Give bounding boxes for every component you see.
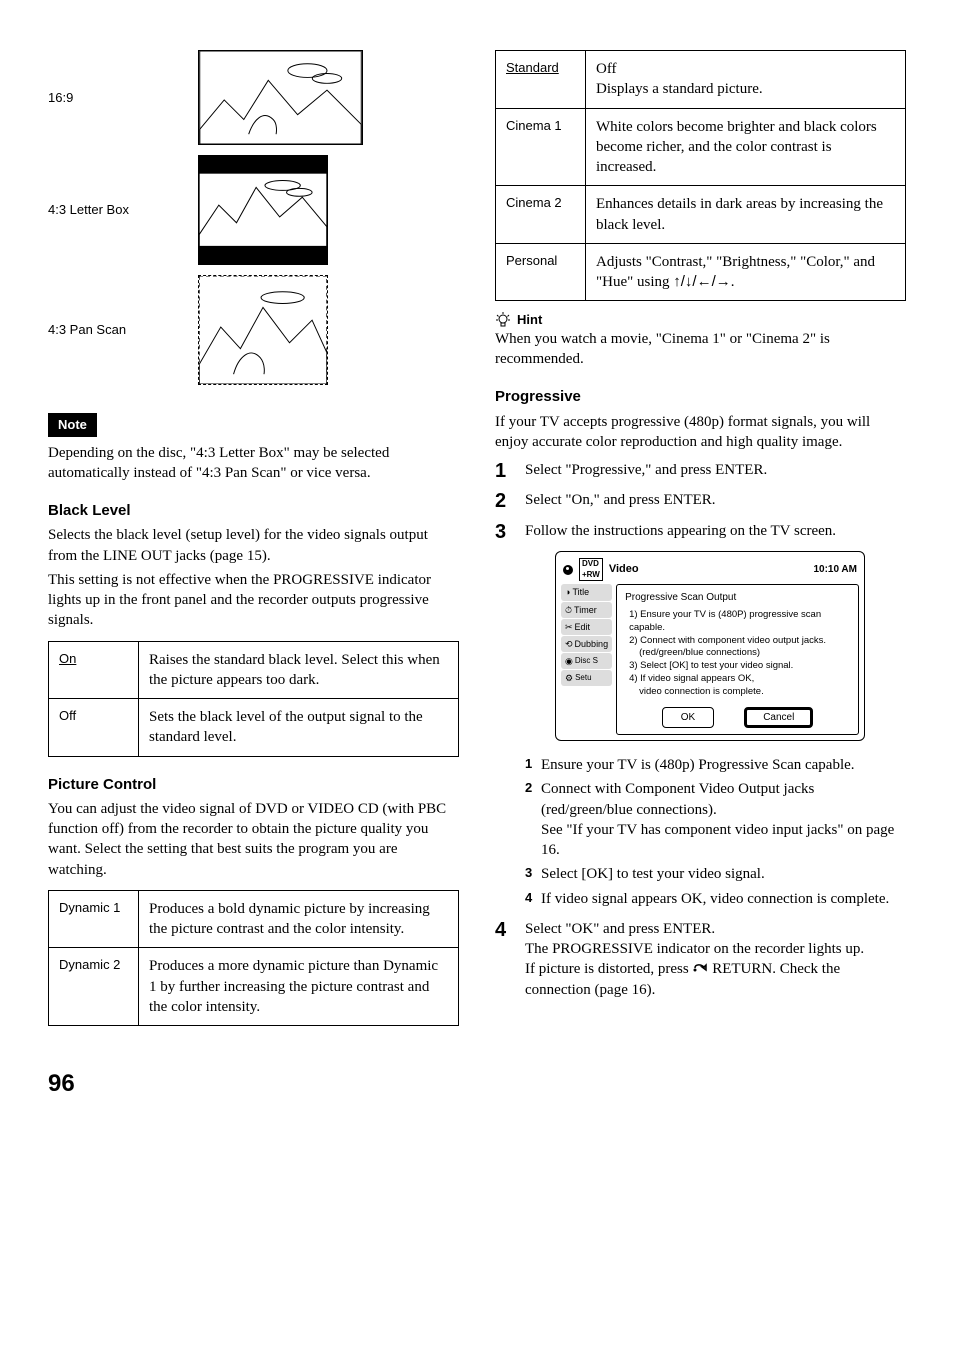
note-text: Depending on the disc, "4:3 Letter Box" … [48, 443, 459, 484]
table-desc: Produces a more dynamic picture than Dyn… [139, 948, 459, 1026]
sidebar-item: ◉Disc S [561, 653, 612, 669]
table-desc: Raises the standard black level. Select … [139, 641, 459, 699]
substep-item: Ensure your TV is (480p) Progressive Sca… [525, 755, 906, 775]
black-level-table: On Raises the standard black level. Sele… [48, 641, 459, 757]
table-desc: Produces a bold dynamic picture by incre… [139, 890, 459, 948]
tv-screenshot: DVD+RW Video 10:10 AM ◑Title ⏱Timer ✂Edi… [555, 551, 865, 741]
sidebar-item: ◑Title [561, 584, 612, 600]
step-item: Select "On," and press ENTER. [495, 490, 906, 510]
table-label: Personal [496, 243, 586, 301]
table-desc: Off Displays a standard picture. [586, 51, 906, 109]
dvd-rw-icon [563, 565, 573, 575]
ok-button[interactable]: OK [662, 707, 714, 729]
ratio-label: 4:3 Letter Box [48, 201, 188, 219]
table-desc: Sets the black level of the output signa… [139, 699, 459, 757]
table-row: On Raises the standard black level. Sele… [49, 641, 459, 699]
return-arrow-icon [692, 962, 708, 974]
progressive-steps: Select "Progressive," and press ENTER. S… [495, 460, 906, 1000]
ratio-thumb-panscan [198, 275, 328, 385]
black-level-heading: Black Level [48, 501, 459, 521]
arrow-keys-icon: ↑/↓/←/→ [673, 273, 731, 290]
ratio-label: 16:9 [48, 89, 188, 107]
note-badge: Note [48, 413, 97, 437]
table-row: Personal Adjusts "Contrast," "Brightness… [496, 243, 906, 301]
hint-row: Hint [495, 311, 906, 329]
ratio-row-letterbox: 4:3 Letter Box [48, 155, 459, 265]
picture-control-heading: Picture Control [48, 775, 459, 795]
ratio-thumb-letterbox [198, 155, 328, 265]
sidebar-item: ⏱Timer [561, 602, 612, 618]
table-row: Dynamic 2 Produces a more dynamic pictur… [49, 948, 459, 1026]
substep-item: If video signal appears OK, video connec… [525, 889, 906, 909]
landscape-wide-icon [198, 50, 363, 145]
screenshot-time: 10:10 AM [813, 563, 857, 577]
step-item: Follow the instructions appearing on the… [495, 521, 906, 909]
black-level-intro: Selects the black level (setup level) fo… [48, 525, 459, 566]
dvd-rw-badge: DVD+RW [579, 558, 603, 582]
substep-item: Connect with Component Video Output jack… [525, 779, 906, 860]
screenshot-sidebar: ◑Title ⏱Timer ✂Edit ⟲Dubbing ◉Disc S ⚙Se… [561, 584, 612, 735]
table-desc: Adjusts "Contrast," "Brightness," "Color… [586, 243, 906, 301]
picture-control-table: Dynamic 1 Produces a bold dynamic pictur… [48, 890, 459, 1026]
table-desc: White colors become brighter and black c… [586, 108, 906, 186]
hint-label: Hint [517, 311, 542, 329]
landscape-panscan-icon [198, 275, 328, 385]
ratio-row-panscan: 4:3 Pan Scan [48, 275, 459, 385]
landscape-letterbox-icon [198, 155, 328, 265]
table-row: Off Sets the black level of the output s… [49, 699, 459, 757]
table-desc: Enhances details in dark areas by increa… [586, 186, 906, 244]
sidebar-item: ⟲Dubbing [561, 636, 612, 652]
ratio-label: 4:3 Pan Scan [48, 321, 188, 339]
hint-bulb-icon [495, 312, 511, 328]
table-label: Standard [496, 51, 586, 109]
cancel-button[interactable]: Cancel [744, 707, 813, 729]
progressive-intro: If your TV accepts progressive (480p) fo… [495, 412, 906, 453]
table-label: Dynamic 2 [49, 948, 139, 1026]
substep-list: Ensure your TV is (480p) Progressive Sca… [525, 755, 906, 909]
substep-item: Select [OK] to test your video signal. [525, 864, 906, 884]
table-label: Cinema 1 [496, 108, 586, 186]
screenshot-main-heading: Progressive Scan Output [625, 591, 850, 605]
picture-control-table-cont: Standard Off Displays a standard picture… [495, 50, 906, 301]
table-label: Cinema 2 [496, 186, 586, 244]
ratio-row-16-9: 16:9 [48, 50, 459, 145]
screenshot-main: Progressive Scan Output 1) Ensure your T… [616, 584, 859, 735]
table-row: Dynamic 1 Produces a bold dynamic pictur… [49, 890, 459, 948]
screenshot-title: Video [609, 562, 639, 577]
table-label: Dynamic 1 [49, 890, 139, 948]
step-item: Select "Progressive," and press ENTER. [495, 460, 906, 480]
page-number: 96 [48, 1068, 906, 1100]
table-label: On [49, 641, 139, 699]
table-label: Off [49, 699, 139, 757]
black-level-intro2: This setting is not effective when the P… [48, 570, 459, 631]
progressive-heading: Progressive [495, 387, 906, 407]
ratio-thumb-16-9 [198, 50, 363, 145]
sidebar-item: ✂Edit [561, 619, 612, 635]
picture-control-intro: You can adjust the video signal of DVD o… [48, 799, 459, 880]
hint-text: When you watch a movie, "Cinema 1" or "C… [495, 329, 906, 370]
sidebar-item: ⚙Setu [561, 670, 612, 686]
table-row: Standard Off Displays a standard picture… [496, 51, 906, 109]
table-row: Cinema 1 White colors become brighter an… [496, 108, 906, 186]
table-row: Cinema 2 Enhances details in dark areas … [496, 186, 906, 244]
step-item: Select "OK" and press ENTER. The PROGRES… [495, 919, 906, 1000]
